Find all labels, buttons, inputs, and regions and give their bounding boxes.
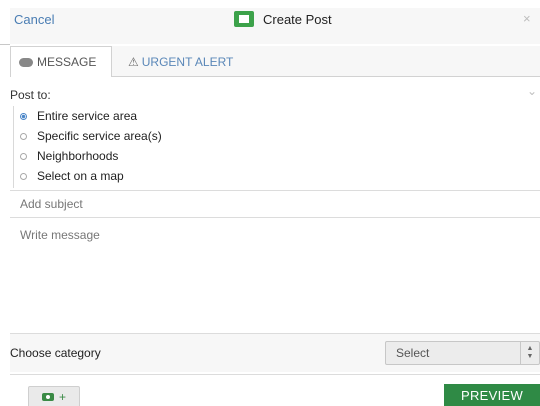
radio-label: Specific service area(s)	[37, 129, 162, 143]
camera-icon	[41, 392, 54, 401]
radio-specific-service-areas[interactable]: Specific service area(s)	[20, 127, 162, 145]
plus-icon: +	[58, 389, 66, 404]
speech-bubble-icon	[19, 57, 33, 67]
divider	[10, 374, 540, 375]
tab-message[interactable]: MESSAGE	[10, 46, 112, 77]
select-arrows-icon: ▲ ▼	[520, 342, 539, 364]
close-icon[interactable]: ×	[523, 11, 531, 26]
category-select[interactable]: Select ▲ ▼	[385, 341, 540, 365]
radio-entire-service-area[interactable]: Entire service area	[20, 107, 137, 125]
modal-title-text: Create Post	[263, 11, 332, 27]
radio-neighborhoods[interactable]: Neighborhoods	[20, 147, 118, 165]
post-icon	[234, 11, 254, 27]
divider	[0, 44, 10, 45]
add-photo-button[interactable]: +	[28, 386, 80, 406]
warning-icon: ⚠	[128, 54, 139, 69]
divider	[10, 217, 540, 218]
radio-label: Select on a map	[37, 169, 124, 183]
radio-button[interactable]	[20, 172, 27, 180]
post-to-label: Post to:	[10, 88, 51, 102]
category-label: Choose category	[10, 346, 101, 360]
tab-urgent-alert-label: URGENT ALERT	[141, 54, 234, 69]
cancel-button[interactable]: Cancel	[14, 12, 54, 27]
tab-urgent-alert[interactable]: ⚠ URGENT ALERT	[128, 46, 233, 77]
radio-button[interactable]	[20, 152, 27, 160]
preview-button[interactable]: PREVIEW	[444, 384, 540, 406]
modal-title: Create Post	[234, 10, 332, 28]
radio-select-on-map[interactable]: Select on a map	[20, 167, 124, 185]
options-indent-line	[13, 106, 14, 188]
message-textarea[interactable]	[10, 224, 540, 332]
radio-label: Neighborhoods	[37, 149, 119, 163]
tab-message-label: MESSAGE	[37, 55, 97, 69]
category-select-value: Select	[396, 346, 430, 360]
chevron-down-icon[interactable]: ⌄	[527, 84, 537, 98]
radio-button[interactable]	[20, 132, 27, 140]
radio-button[interactable]	[20, 112, 27, 120]
subject-input[interactable]	[10, 191, 540, 217]
radio-label: Entire service area	[37, 109, 138, 123]
